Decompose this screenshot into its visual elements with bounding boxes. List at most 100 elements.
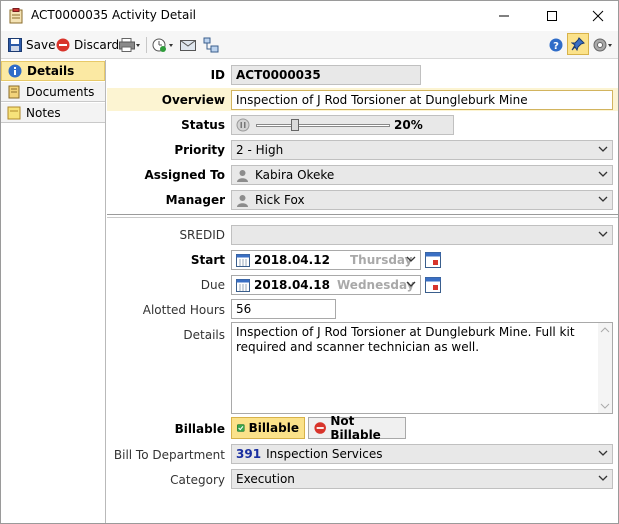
details-textarea[interactable]: Inspection of J Rod Torsioner at Dungleb… <box>231 322 613 414</box>
no-entry-icon <box>56 38 70 52</box>
help-icon: ? <box>549 38 563 52</box>
nav-item-details[interactable]: Details <box>1 61 105 81</box>
due-label: Due <box>200 278 225 292</box>
assigned-to-dropdown[interactable]: Kabira Okeke <box>231 165 613 185</box>
person-icon <box>237 194 248 207</box>
section-divider <box>107 217 618 218</box>
hierarchy-icon <box>203 37 219 53</box>
assigned-label: Assigned To <box>144 168 225 182</box>
nav-item-documents[interactable]: Documents <box>1 82 105 102</box>
start-label: Start <box>190 253 225 267</box>
discard-button[interactable]: Discard <box>56 36 119 54</box>
bill-department-dropdown[interactable]: 391 Inspection Services <box>231 444 613 464</box>
maximize-icon <box>547 11 557 21</box>
activity-detail-window: ACT0000035 Activity Detail Save Discard <box>0 0 619 524</box>
settings-button[interactable] <box>592 36 614 54</box>
toolbar-separator <box>146 37 147 53</box>
start-day-value: Thursday <box>350 253 413 267</box>
chevron-down-icon <box>406 256 416 262</box>
note-icon <box>7 106 21 119</box>
person-icon <box>237 169 248 182</box>
pin-button[interactable] <box>567 33 589 55</box>
no-entry-icon <box>314 422 326 434</box>
status-slider-track[interactable] <box>256 118 390 132</box>
start-date-value: 2018.04.12 <box>254 253 330 267</box>
manager-value: Rick Fox <box>255 193 305 207</box>
bill-dept-name: Inspection Services <box>266 447 383 461</box>
minimize-button[interactable] <box>481 1 527 31</box>
category-dropdown[interactable]: Execution <box>231 469 613 489</box>
hours-label: Alotted Hours <box>142 303 225 317</box>
chevron-down-icon <box>598 475 608 481</box>
status-percent: 20% <box>394 118 423 132</box>
info-icon <box>8 64 22 78</box>
close-button[interactable] <box>575 1 619 31</box>
scroll-up-icon <box>600 327 610 333</box>
id-value: ACT0000035 <box>236 68 321 82</box>
category-value: Execution <box>236 472 295 486</box>
save-button[interactable]: Save <box>8 36 55 54</box>
category-label: Category <box>170 473 225 487</box>
due-date-picker[interactable]: 2018.04.18 Wednesday <box>231 275 421 295</box>
billable-button[interactable]: Billable <box>231 417 305 439</box>
gear-icon <box>593 38 612 52</box>
add-reminder-button[interactable] <box>152 36 174 54</box>
svg-text:?: ? <box>553 41 559 52</box>
calendar-icon <box>236 254 250 267</box>
priority-dropdown[interactable]: 2 - High <box>231 140 613 160</box>
priority-label: Priority <box>174 143 225 157</box>
minimize-icon <box>499 15 509 17</box>
discard-label: Discard <box>74 38 120 52</box>
overview-value: Inspection of J Rod Torsioner at Dungleb… <box>236 93 528 107</box>
id-label: ID <box>210 68 225 82</box>
calendar-icon <box>236 279 250 292</box>
overview-label: Overview <box>161 93 225 107</box>
chevron-down-icon <box>406 281 416 287</box>
maximize-button[interactable] <box>529 1 575 31</box>
status-slider-field[interactable]: 20% <box>231 115 454 135</box>
nav-item-notes[interactable]: Notes <box>1 103 105 123</box>
pause-icon <box>236 118 250 132</box>
billable-on-label: Billable <box>248 421 299 435</box>
clock-add-icon <box>152 38 173 52</box>
help-button[interactable]: ? <box>549 36 563 54</box>
hours-input[interactable]: 56 <box>231 299 336 319</box>
not-billable-button[interactable]: Not Billable <box>308 414 406 442</box>
email-button[interactable] <box>180 36 196 54</box>
pin-icon <box>571 37 585 51</box>
envelope-icon <box>180 40 196 51</box>
window-title: ACT0000035 Activity Detail <box>31 8 197 22</box>
billable-label: Billable <box>174 422 225 436</box>
start-date-picker[interactable]: 2018.04.12 Thursday <box>231 250 421 270</box>
sredid-label: SREDID <box>179 228 225 242</box>
sredid-dropdown[interactable] <box>231 225 613 245</box>
id-field: ACT0000035 <box>231 65 421 85</box>
chevron-down-icon <box>598 196 608 202</box>
status-slider-thumb[interactable] <box>291 119 299 131</box>
print-button[interactable] <box>119 36 141 54</box>
details-value: Inspection of J Rod Torsioner at Dungleb… <box>236 325 575 354</box>
save-label: Save <box>26 38 56 52</box>
calendar-today-icon[interactable] <box>425 252 441 268</box>
bill-dept-code: 391 <box>236 447 262 461</box>
details-scrollbar[interactable] <box>598 323 612 413</box>
chevron-down-icon <box>598 231 608 237</box>
nav-item-label: Documents <box>26 84 95 99</box>
manager-dropdown[interactable]: Rick Fox <box>231 190 613 210</box>
title-bar: ACT0000035 Activity Detail <box>1 1 618 31</box>
chevron-down-icon <box>598 146 608 152</box>
clipboard-icon <box>9 8 23 24</box>
calendar-today-icon[interactable] <box>425 277 441 293</box>
priority-value: 2 - High <box>236 143 284 157</box>
scroll-down-icon <box>600 403 610 409</box>
hours-value: 56 <box>236 302 252 316</box>
overview-input[interactable]: Inspection of J Rod Torsioner at Dungleb… <box>231 90 613 110</box>
bill-dept-label: Bill To Department <box>113 448 225 462</box>
nav-item-label: Details <box>27 64 75 78</box>
billable-off-label: Not Billable <box>330 414 381 442</box>
hierarchy-button[interactable] <box>203 36 219 54</box>
details-form: ID ACT0000035 Overview Inspection of J R… <box>107 60 618 523</box>
status-label: Status <box>181 118 225 132</box>
manager-label: Manager <box>165 193 225 207</box>
printer-icon <box>119 38 140 52</box>
